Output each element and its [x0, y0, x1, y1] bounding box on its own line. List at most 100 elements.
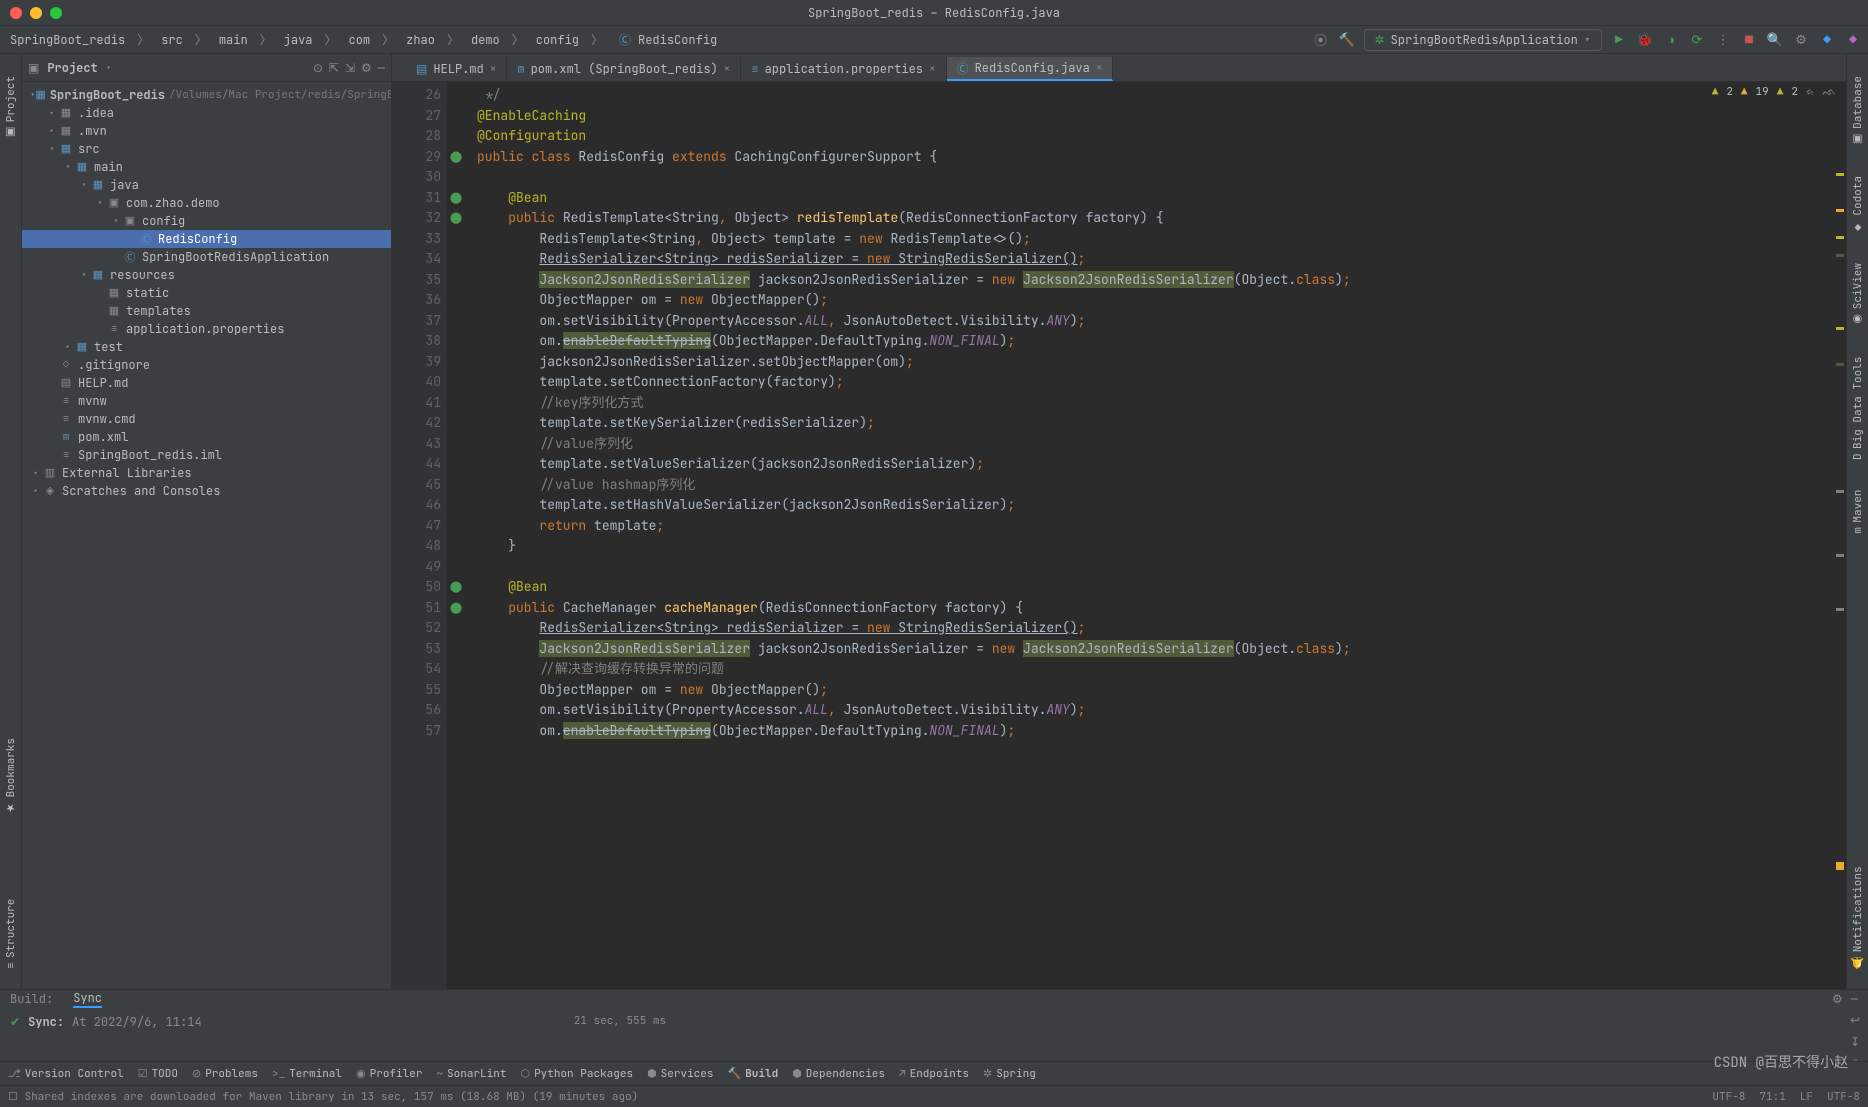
database-tool[interactable]: ▣Database	[1851, 76, 1865, 146]
tree-row[interactable]: ▸◈Scratches and Consoles	[22, 482, 391, 500]
tree-row[interactable]: ≡application.properties	[22, 320, 391, 338]
bottom-tab[interactable]: ⎇Version Control	[8, 1067, 124, 1081]
codota-tool-icon[interactable]: ◆	[1844, 31, 1862, 49]
tree-row[interactable]: ▾▦resources	[22, 266, 391, 284]
tree-row[interactable]: ≡mvnw	[22, 392, 391, 410]
build-hide-icon[interactable]: —	[1851, 991, 1858, 1007]
editor-tab[interactable]: ⒸRedisConfig.java×	[947, 57, 1114, 81]
project-tool[interactable]: ▣Project	[4, 76, 18, 139]
status-item[interactable]: UTF-8	[1827, 1090, 1860, 1104]
close-tab-icon[interactable]: ×	[929, 62, 936, 76]
run-configuration[interactable]: ✲SpringBootRedisApplication▾	[1364, 29, 1602, 51]
tree-row[interactable]: ▸▦test	[22, 338, 391, 356]
inspection-summary[interactable]: ▲2 ▲19 ▲2 ᨑᨒ	[1712, 85, 1836, 99]
settings-icon[interactable]: ⚙	[1792, 31, 1810, 49]
tree-row[interactable]: ◇.gitignore	[22, 356, 391, 374]
tree-row[interactable]: ⒸRedisConfig	[22, 230, 391, 248]
breadcrumb-item[interactable]: java	[280, 30, 317, 50]
project-tree[interactable]: ▾▦SpringBoot_redis/Volumes/Mac Project/r…	[22, 82, 391, 989]
close-tab-icon[interactable]: ×	[724, 62, 731, 76]
tree-row[interactable]: ▾▣com.zhao.demo	[22, 194, 391, 212]
maven-tool[interactable]: mMaven	[1851, 490, 1865, 534]
breadcrumb-item[interactable]: SpringBoot_redis	[6, 30, 129, 50]
bottom-tool-tabs[interactable]: ⎇Version Control☑TODO⊘Problems>_Terminal…	[0, 1061, 1868, 1085]
expand-all-icon[interactable]: ⇱	[329, 60, 339, 76]
scroll-end-icon[interactable]: ↧	[1850, 1034, 1864, 1050]
tree-row[interactable]: ▸▦.idea	[22, 104, 391, 122]
stop-icon[interactable]: ■	[1740, 31, 1758, 49]
breadcrumb[interactable]: SpringBoot_redis〉src〉main〉java〉com〉zhao〉…	[6, 29, 721, 50]
tree-row[interactable]: ▸▥External Libraries	[22, 464, 391, 482]
bottom-tab[interactable]: ~SonarLint	[436, 1067, 506, 1081]
debug-icon[interactable]: 🐞	[1636, 31, 1654, 49]
editor-tab[interactable]: ≡application.properties×	[741, 57, 946, 81]
breadcrumb-item[interactable]: zhao	[402, 30, 439, 50]
editor-tab[interactable]: ▤HELP.md×	[406, 57, 507, 81]
collapse-all-icon[interactable]: ⇲	[345, 60, 355, 76]
notifications-tool[interactable]: 🔔Notifications	[1851, 866, 1865, 969]
search-icon[interactable]: 🔍	[1766, 31, 1784, 49]
structure-tool[interactable]: ≡Structure	[4, 899, 18, 969]
coverage-icon[interactable]: ◑	[1662, 31, 1680, 49]
tree-row[interactable]: ▾▦java	[22, 176, 391, 194]
tree-row[interactable]: ≡SpringBoot_redis.iml	[22, 446, 391, 464]
bottom-tab[interactable]: ⬢Dependencies	[792, 1067, 885, 1081]
tree-row[interactable]: ▤HELP.md	[22, 374, 391, 392]
tree-row[interactable]: ▦static	[22, 284, 391, 302]
status-item[interactable]: LF	[1800, 1090, 1813, 1104]
tree-row[interactable]: ▾▦SpringBoot_redis/Volumes/Mac Project/r…	[22, 86, 391, 104]
build-settings-icon[interactable]: ⚙	[1832, 991, 1843, 1007]
sync-tab[interactable]: Sync	[73, 990, 102, 1008]
database-tool-icon[interactable]: ◆	[1818, 31, 1836, 49]
close-tab-icon[interactable]: ×	[1096, 61, 1103, 75]
codota-tool[interactable]: ◆Codota	[1851, 176, 1865, 234]
breadcrumb-item[interactable]: demo	[467, 30, 504, 50]
tree-row[interactable]: ▾▦src	[22, 140, 391, 158]
status-item[interactable]: 71:1	[1759, 1090, 1785, 1104]
bottom-tab[interactable]: ⬢Services	[647, 1067, 713, 1081]
tree-row[interactable]: ≡mvnw.cmd	[22, 410, 391, 428]
bottom-tab[interactable]: ↗Endpoints	[899, 1067, 969, 1081]
indexes-icon[interactable]: ☐	[8, 1090, 18, 1104]
project-panel-title[interactable]: Project	[47, 60, 97, 76]
build-hammer-icon[interactable]: 🔨	[1338, 31, 1356, 49]
editor-tabs[interactable]: ▤HELP.md×mpom.xml (SpringBoot_redis)×≡ap…	[392, 54, 1846, 82]
breadcrumb-item[interactable]: src	[157, 30, 187, 50]
status-item[interactable]: UTF-8	[1712, 1090, 1745, 1104]
sciview-tool[interactable]: ◉SciView	[1851, 263, 1865, 326]
error-stripe[interactable]	[1834, 82, 1846, 989]
tree-row[interactable]: ▾▣config	[22, 212, 391, 230]
bottom-tab[interactable]: ⬡Python Packages	[520, 1067, 633, 1081]
add-config-icon[interactable]: ⦿	[1312, 31, 1330, 49]
bottom-tab[interactable]: >_Terminal	[272, 1067, 342, 1081]
tree-row[interactable]: mpom.xml	[22, 428, 391, 446]
tree-row[interactable]: ▾▦main	[22, 158, 391, 176]
bookmarks-tool[interactable]: ★Bookmarks	[4, 738, 18, 814]
select-opened-icon[interactable]: ⊙	[313, 60, 323, 76]
tree-row[interactable]: ▦templates	[22, 302, 391, 320]
bigdata-tool[interactable]: DBig Data Tools	[1851, 357, 1865, 460]
tree-row[interactable]: ▸▦.mvn	[22, 122, 391, 140]
soft-wrap-icon[interactable]: ↩	[1850, 1012, 1864, 1028]
bottom-tab[interactable]: ☑TODO	[138, 1067, 178, 1081]
breadcrumb-item[interactable]: ⒸRedisConfig	[611, 29, 721, 50]
code-area[interactable]: */@EnableCaching@Configurationpublic cla…	[447, 82, 1846, 989]
sync-status-row[interactable]: ✔ Sync: At 2022/9/6, 11:14	[0, 1008, 554, 1036]
bottom-tab[interactable]: 🔨Build	[727, 1067, 778, 1081]
maximize-window[interactable]	[50, 7, 62, 19]
close-tab-icon[interactable]: ×	[490, 62, 497, 76]
line-gutter[interactable]: 2627282930313233343536373839404142434445…	[392, 82, 447, 989]
run-icon[interactable]: ▶	[1610, 31, 1628, 49]
breadcrumb-item[interactable]: config	[532, 30, 583, 50]
bottom-tab[interactable]: ◉Profiler	[356, 1067, 422, 1081]
editor-tab[interactable]: mpom.xml (SpringBoot_redis)×	[507, 57, 741, 81]
tree-row[interactable]: ⒸSpringBootRedisApplication	[22, 248, 391, 266]
hide-panel-icon[interactable]: —	[378, 60, 385, 76]
profile-icon[interactable]: ⟳	[1688, 31, 1706, 49]
close-window[interactable]	[10, 7, 22, 19]
settings-gear-icon[interactable]: ⚙	[361, 60, 372, 76]
breadcrumb-item[interactable]: com	[345, 30, 375, 50]
bottom-tab[interactable]: ✲Spring	[983, 1067, 1036, 1081]
attach-icon[interactable]: ⋮	[1714, 31, 1732, 49]
breadcrumb-item[interactable]: main	[215, 30, 252, 50]
